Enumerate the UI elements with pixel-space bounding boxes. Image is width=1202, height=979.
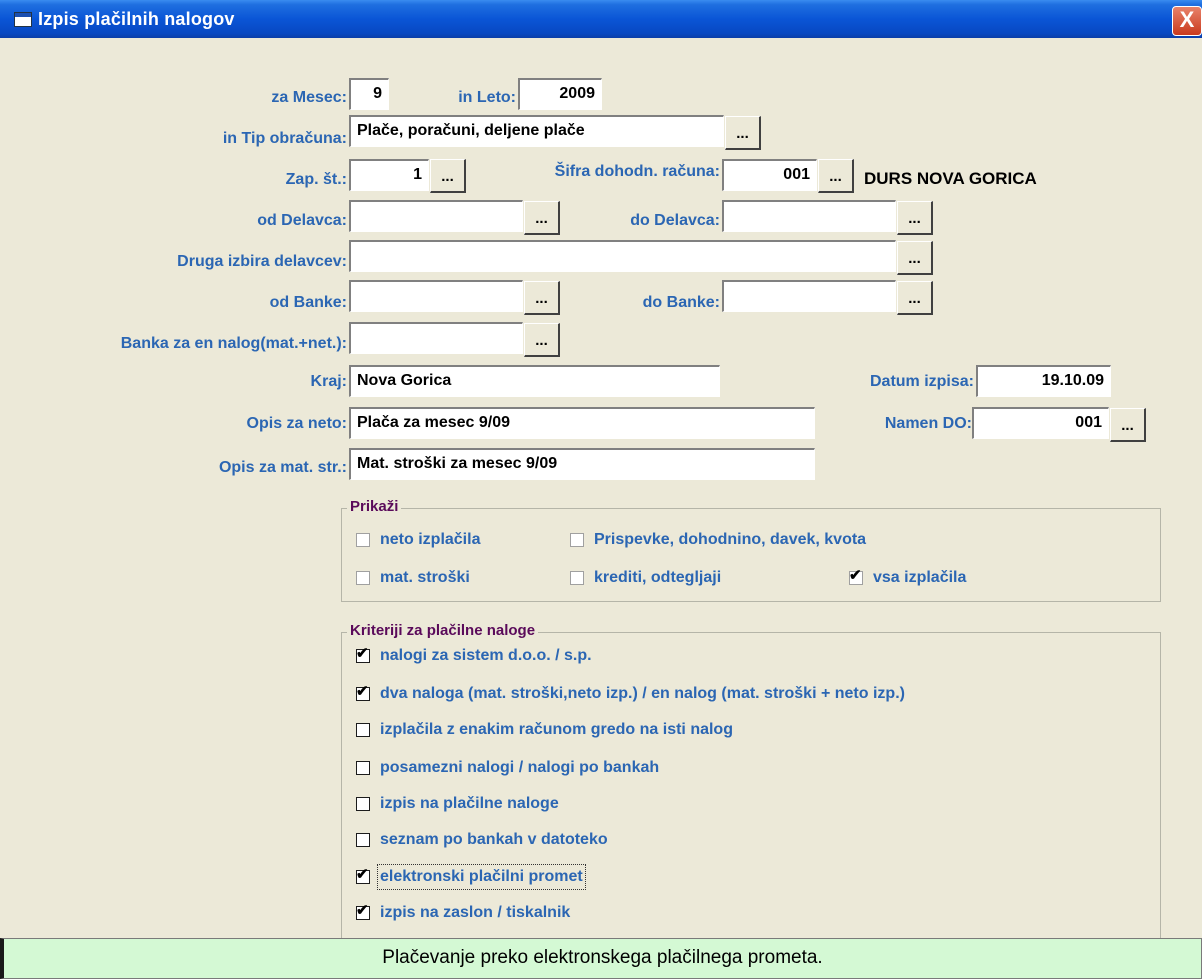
checkbox-box[interactable] bbox=[570, 533, 584, 547]
checkbox-box[interactable] bbox=[356, 797, 370, 811]
checkbox-label: izpis na plačilne naloge bbox=[380, 795, 559, 812]
opis-neto-field[interactable]: Plača za mesec 9/09 bbox=[349, 407, 815, 439]
od-banke-label: od Banke: bbox=[269, 294, 347, 311]
kriteriji-checkbox-5[interactable]: seznam po bankah v datoteko bbox=[356, 830, 608, 850]
druga-izbira-browse-button[interactable]: ... bbox=[897, 241, 933, 275]
checkbox-label: izpis na zaslon / tiskalnik bbox=[380, 904, 571, 921]
window-icon bbox=[14, 12, 32, 27]
kriteriji-checkbox-3[interactable]: posamezni nalogi / nalogi po bankah bbox=[356, 758, 659, 778]
checkbox-box[interactable] bbox=[570, 571, 584, 585]
status-text: Plačevanje preko elektronskega plačilneg… bbox=[382, 947, 823, 968]
checkbox-box[interactable]: ✔ bbox=[356, 683, 370, 701]
checkbox-box[interactable] bbox=[356, 833, 370, 847]
druga-izbira-label: Druga izbira delavcev: bbox=[177, 253, 347, 270]
do-banke-browse-button[interactable]: ... bbox=[897, 281, 933, 315]
checkbox-label: vsa izplačila bbox=[873, 569, 967, 586]
check-mark-icon: ✔ bbox=[356, 683, 369, 700]
dialog-window: Izpis plačilnih nalogov X za Mesec: 9 in… bbox=[0, 0, 1202, 979]
checkbox-box[interactable] bbox=[356, 533, 370, 547]
checkbox-label: posamezni nalogi / nalogi po bankah bbox=[380, 759, 660, 776]
checkbox-box[interactable] bbox=[356, 761, 370, 775]
mesec-label: za Mesec: bbox=[271, 89, 347, 106]
checkbox-label: seznam po bankah v datoteko bbox=[380, 831, 608, 848]
kraj-label: Kraj: bbox=[310, 373, 347, 390]
sifra-dohodn-browse-button[interactable]: ... bbox=[818, 159, 854, 193]
namen-do-label: Namen DO: bbox=[884, 415, 972, 432]
window-title: Izpis plačilnih nalogov bbox=[38, 9, 235, 29]
title-bar[interactable]: Izpis plačilnih nalogov X bbox=[0, 0, 1202, 38]
status-bar: Plačevanje preko elektronskega plačilneg… bbox=[0, 938, 1202, 979]
banka-en-nalog-field[interactable] bbox=[349, 322, 523, 354]
namen-do-browse-button[interactable]: ... bbox=[1110, 408, 1146, 442]
do-banke-label: do Banke: bbox=[642, 294, 720, 311]
kriteriji-checkbox-4[interactable]: izpis na plačilne naloge bbox=[356, 794, 559, 814]
do-delavca-label: do Delavca: bbox=[630, 212, 720, 229]
prikazi-group-title: Prikaži bbox=[347, 498, 402, 516]
opis-mat-field[interactable]: Mat. stroški za mesec 9/09 bbox=[349, 448, 815, 480]
tip-obracuna-field[interactable]: Plače, poračuni, deljene plače bbox=[349, 115, 724, 147]
prikazi-checkbox-4[interactable]: ✔ vsa izplačila bbox=[849, 567, 967, 588]
zap-st-label: Zap. št.: bbox=[285, 171, 347, 188]
zap-st-browse-button[interactable]: ... bbox=[430, 159, 466, 193]
kriteriji-checkbox-2[interactable]: izplačila z enakim računom gredo na isti… bbox=[356, 720, 733, 740]
checkbox-label: Prispevke, dohodnino, davek, kvota bbox=[594, 531, 867, 548]
do-banke-field[interactable] bbox=[722, 280, 896, 312]
zap-st-field[interactable]: 1 bbox=[349, 159, 429, 191]
namen-do-field[interactable]: 001 bbox=[972, 407, 1109, 439]
kriteriji-checkbox-1[interactable]: ✔ dva naloga (mat. stroški,neto izp.) / e… bbox=[356, 683, 905, 704]
kriteriji-group bbox=[341, 632, 1161, 940]
mesec-field[interactable]: 9 bbox=[349, 78, 389, 110]
checkbox-label: dva naloga (mat. stroški,neto izp.) / en… bbox=[380, 685, 905, 702]
sifra-dohodn-field[interactable]: 001 bbox=[722, 159, 817, 191]
do-delavca-browse-button[interactable]: ... bbox=[897, 201, 933, 235]
sifra-dohodn-label: Šifra dohodn. računa: bbox=[554, 163, 720, 180]
tip-obracuna-browse-button[interactable]: ... bbox=[725, 116, 761, 150]
kriteriji-checkbox-7[interactable]: ✔ izpis na zaslon / tiskalnik bbox=[356, 902, 571, 923]
check-mark-icon: ✔ bbox=[356, 866, 369, 883]
prikazi-checkbox-0[interactable]: neto izplačila bbox=[356, 530, 480, 550]
od-delavca-field[interactable] bbox=[349, 200, 523, 232]
close-button[interactable]: X bbox=[1172, 6, 1202, 36]
kraj-field[interactable]: Nova Gorica bbox=[349, 365, 720, 397]
datum-izpisa-label: Datum izpisa: bbox=[869, 373, 974, 390]
checkbox-box[interactable]: ✔ bbox=[849, 567, 863, 585]
check-mark-icon: ✔ bbox=[356, 902, 369, 919]
od-delavca-browse-button[interactable]: ... bbox=[524, 201, 560, 235]
check-mark-icon: ✔ bbox=[356, 645, 369, 662]
checkbox-box[interactable]: ✔ bbox=[356, 902, 370, 920]
checkbox-label: elektronski plačilni promet bbox=[377, 864, 586, 890]
checkbox-box[interactable] bbox=[356, 571, 370, 585]
check-mark-icon: ✔ bbox=[849, 567, 862, 584]
leto-label: in Leto: bbox=[458, 89, 516, 106]
tip-obracuna-label: in Tip obračuna: bbox=[222, 130, 347, 147]
dialog-client-area: za Mesec: 9 in Leto: 2009 in Tip obračun… bbox=[6, 38, 1199, 940]
checkbox-label: neto izplačila bbox=[380, 531, 481, 548]
druga-izbira-field[interactable] bbox=[349, 240, 896, 272]
opis-mat-label: Opis za mat. str.: bbox=[218, 459, 347, 476]
kriteriji-group-title: Kriteriji za plačilne naloge bbox=[347, 622, 539, 640]
checkbox-box[interactable]: ✔ bbox=[356, 866, 370, 884]
prikazi-checkbox-3[interactable]: krediti, odtegljaji bbox=[570, 568, 721, 588]
opis-neto-label: Opis za neto: bbox=[246, 415, 347, 432]
checkbox-label: izplačila z enakim računom gredo na isti… bbox=[380, 721, 733, 738]
prikazi-checkbox-1[interactable]: Prispevke, dohodnino, davek, kvota bbox=[570, 530, 866, 550]
banka-en-nalog-label: Banka za en nalog(mat.+net.): bbox=[120, 335, 347, 352]
kriteriji-checkbox-6[interactable]: ✔ elektronski plačilni promet bbox=[356, 864, 586, 890]
banka-en-nalog-browse-button[interactable]: ... bbox=[524, 323, 560, 357]
checkbox-label: nalogi za sistem d.o.o. / s.p. bbox=[380, 647, 592, 664]
checkbox-box[interactable] bbox=[356, 723, 370, 737]
od-banke-field[interactable] bbox=[349, 280, 523, 312]
durs-name-text: DURS NOVA GORICA bbox=[864, 169, 1037, 188]
kriteriji-checkbox-0[interactable]: ✔ nalogi za sistem d.o.o. / s.p. bbox=[356, 645, 592, 666]
checkbox-label: mat. stroški bbox=[380, 569, 470, 586]
od-delavca-label: od Delavca: bbox=[257, 212, 347, 229]
datum-izpisa-field[interactable]: 19.10.09 bbox=[976, 365, 1111, 397]
od-banke-browse-button[interactable]: ... bbox=[524, 281, 560, 315]
do-delavca-field[interactable] bbox=[722, 200, 896, 232]
checkbox-box[interactable]: ✔ bbox=[356, 645, 370, 663]
prikazi-checkbox-2[interactable]: mat. stroški bbox=[356, 568, 470, 588]
checkbox-label: krediti, odtegljaji bbox=[594, 569, 722, 586]
leto-field[interactable]: 2009 bbox=[518, 78, 602, 110]
